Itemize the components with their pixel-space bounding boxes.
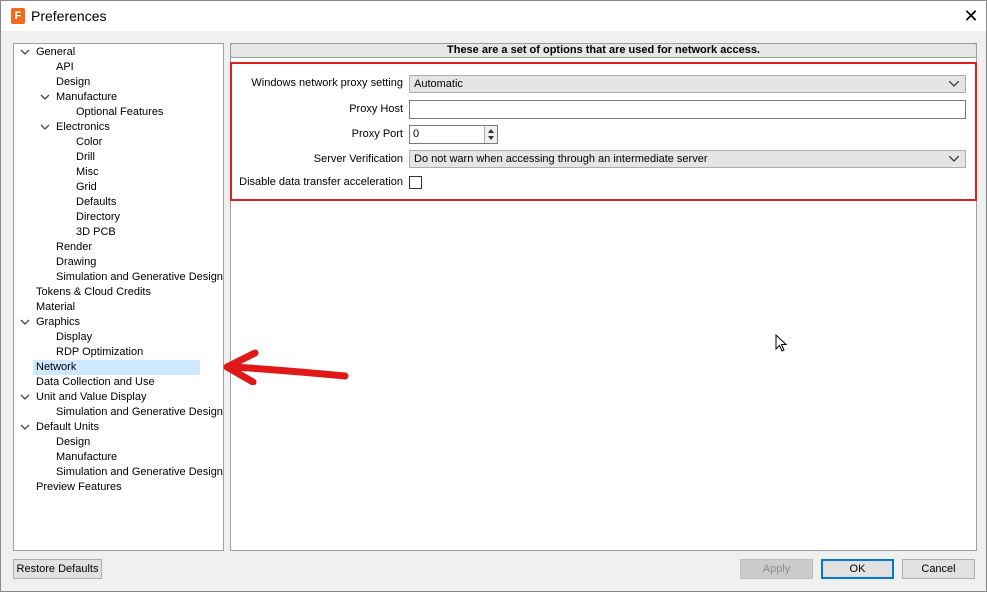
- proxy-host-label: Proxy Host: [349, 103, 403, 115]
- tree-item-label: Simulation and Generative Design: [56, 406, 223, 418]
- tree-item-manufacture[interactable]: Manufacture: [14, 450, 117, 465]
- tree-item-general[interactable]: General: [14, 45, 75, 60]
- disable-accel-label: Disable data transfer acceleration: [239, 176, 403, 188]
- tree-item-drawing[interactable]: Drawing: [14, 255, 96, 270]
- tree-item-grid[interactable]: Grid: [14, 180, 97, 195]
- port-spin-buttons[interactable]: [484, 126, 497, 143]
- tree-item-label: Unit and Value Display: [36, 391, 147, 403]
- cancel-button[interactable]: Cancel: [902, 559, 975, 579]
- tree-item-label: Design: [56, 76, 91, 88]
- tree-item-label: Design: [56, 436, 91, 448]
- tree-item-label: Defaults: [76, 196, 117, 208]
- proxy-setting-dropdown[interactable]: Automatic: [409, 75, 966, 93]
- tree-item-label: Data Collection and Use: [36, 376, 155, 388]
- ok-button[interactable]: OK: [821, 559, 894, 579]
- disable-accel-checkbox[interactable]: [409, 176, 422, 189]
- title-bar: F Preferences ✕: [1, 1, 986, 31]
- tree-item-label: Default Units: [36, 421, 99, 433]
- tree-item-misc[interactable]: Misc: [14, 165, 99, 180]
- proxy-setting-value: Automatic: [414, 78, 463, 90]
- tree-item-design[interactable]: Design: [14, 75, 90, 90]
- tree-item-manufacture[interactable]: Manufacture: [14, 90, 117, 105]
- tree-item-data-collection-and-use[interactable]: Data Collection and Use: [14, 375, 155, 390]
- tree-item-label: Material: [36, 301, 76, 313]
- tree-item-api[interactable]: API: [14, 60, 74, 75]
- window-title: Preferences: [31, 8, 107, 24]
- tree-item-network[interactable]: Network: [33, 360, 200, 375]
- tree-item-label: Simulation and Generative Design: [56, 466, 223, 478]
- tree-item-simulation-and-generative-design[interactable]: Simulation and Generative Design: [14, 270, 223, 285]
- close-icon[interactable]: ✕: [956, 1, 986, 31]
- tree-item-label: Manufacture: [56, 451, 118, 463]
- chevron-down-icon: [949, 156, 959, 162]
- tree-item-label: Grid: [76, 181, 97, 193]
- tree-item-label: Drawing: [56, 256, 97, 268]
- tree-item-directory[interactable]: Directory: [14, 210, 120, 225]
- tree-item-simulation-and-generative-design[interactable]: Simulation and Generative Design: [14, 405, 223, 420]
- tree-item-label: Electronics: [56, 121, 110, 133]
- tree-item-label: RDP Optimization: [56, 346, 144, 358]
- tree-item-material[interactable]: Material: [14, 300, 75, 315]
- tree-item-label: Graphics: [36, 316, 81, 328]
- tree-item-defaults[interactable]: Defaults: [14, 195, 116, 210]
- tree-item-drill[interactable]: Drill: [14, 150, 95, 165]
- mouse-cursor-icon: [775, 334, 788, 352]
- server-verification-value: Do not warn when accessing through an in…: [414, 153, 708, 165]
- tree-item-label: Preview Features: [36, 481, 122, 493]
- proxy-port-value: 0: [413, 128, 420, 140]
- apply-button[interactable]: Apply: [740, 559, 813, 579]
- tree-item-color[interactable]: Color: [14, 135, 102, 150]
- proxy-host-input[interactable]: [409, 100, 966, 119]
- tree-item-label: Display: [56, 331, 93, 343]
- preferences-window: F Preferences ✕ General API Design Manufact…: [0, 0, 987, 592]
- annotation-arrow-icon: [223, 349, 349, 385]
- tree-item-simulation-and-generative-design[interactable]: Simulation and Generative Design: [14, 465, 223, 480]
- tree-item-design[interactable]: Design: [14, 435, 90, 450]
- tree-item-label: Drill: [76, 151, 95, 163]
- tree-item-label: Tokens & Cloud Credits: [36, 286, 151, 298]
- chevron-down-icon: [949, 81, 959, 87]
- panel-header: These are a set of options that are used…: [230, 43, 977, 58]
- tree-item-label: API: [56, 61, 74, 73]
- tree-item-label: Color: [76, 136, 103, 148]
- tree-item-graphics[interactable]: Graphics: [14, 315, 80, 330]
- proxy-port-label: Proxy Port: [351, 128, 403, 140]
- restore-defaults-button[interactable]: Restore Defaults: [13, 559, 102, 579]
- preferences-tree: General API Design Manufacture Optional Feat…: [13, 43, 224, 551]
- proxy-setting-label: Windows network proxy setting: [251, 77, 403, 89]
- tree-item-3d-pcb[interactable]: 3D PCB: [14, 225, 116, 240]
- tree-item-label: 3D PCB: [76, 226, 116, 238]
- tree-item-label: Network: [36, 361, 77, 373]
- tree-item-rdp-optimization[interactable]: RDP Optimization: [14, 345, 143, 360]
- proxy-port-stepper[interactable]: 0: [409, 125, 498, 144]
- tree-item-electronics[interactable]: Electronics: [14, 120, 110, 135]
- tree-item-label: Misc: [76, 166, 99, 178]
- tree-item-label: Render: [56, 241, 93, 253]
- server-verification-dropdown[interactable]: Do not warn when accessing through an in…: [409, 150, 966, 168]
- tree-item-display[interactable]: Display: [14, 330, 92, 345]
- tree-item-tokens-cloud-credits[interactable]: Tokens & Cloud Credits: [14, 285, 151, 300]
- tree-item-label: Optional Features: [76, 106, 164, 118]
- app-icon: F: [11, 8, 25, 24]
- tree-item-label: Simulation and Generative Design: [56, 271, 223, 283]
- tree-item-label: Manufacture: [56, 91, 118, 103]
- spin-arrows-icon: [488, 129, 494, 140]
- tree-item-default-units[interactable]: Default Units: [14, 420, 99, 435]
- tree-item-render[interactable]: Render: [14, 240, 92, 255]
- tree-item-preview-features[interactable]: Preview Features: [14, 480, 122, 495]
- tree-item-optional-features[interactable]: Optional Features: [14, 105, 163, 120]
- tree-item-unit-and-value-display[interactable]: Unit and Value Display: [14, 390, 146, 405]
- server-verification-label: Server Verification: [313, 153, 403, 165]
- tree-item-label: General: [36, 46, 76, 58]
- tree-item-label: Directory: [76, 211, 121, 223]
